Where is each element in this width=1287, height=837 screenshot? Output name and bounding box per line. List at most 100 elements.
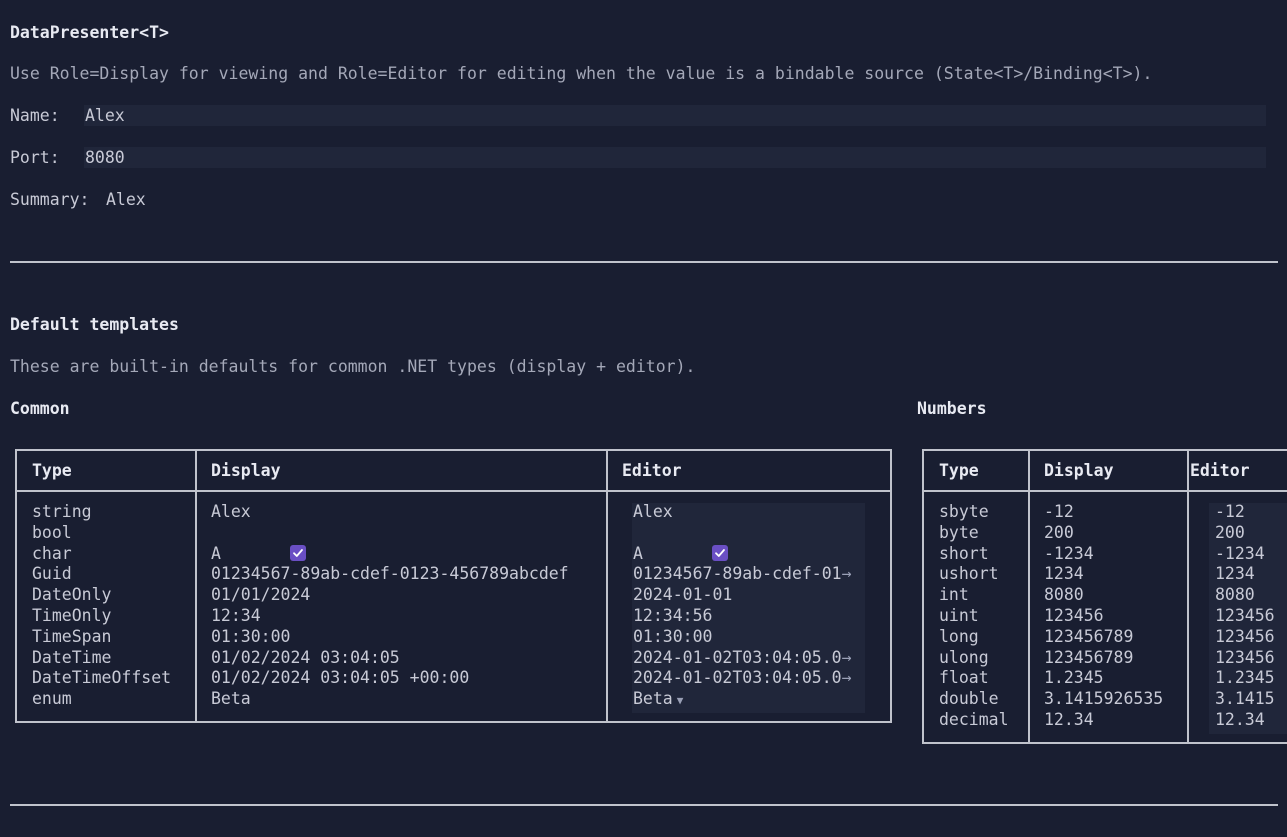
type-cell: uint [939, 605, 979, 625]
type-cell: long [939, 626, 979, 646]
numbers-type-column: sbyte byte short ushort int uint long ul… [939, 502, 1009, 731]
header-separator [924, 490, 1287, 492]
number-editor-input[interactable]: 123456 [1215, 627, 1275, 648]
common-type-column: string bool char Guid DateOnly TimeOnly … [32, 502, 171, 710]
type-cell: ulong [939, 647, 989, 667]
type-cell: decimal [939, 709, 1009, 729]
datetimeoffset-editor-value: 2024-01-02T03:04:05.0 [633, 668, 842, 688]
header-separator [17, 490, 890, 492]
display-cell: 1234 [1044, 564, 1084, 584]
section-description: Use Role=Display for viewing and Role=Ed… [10, 64, 1153, 83]
summary-value: Alex [106, 190, 146, 209]
port-label: Port: [10, 148, 60, 167]
display-cell: 123456 [1044, 605, 1104, 625]
column-header-display: Display [1044, 461, 1114, 480]
type-cell: ushort [939, 564, 999, 584]
bool-editor-checkbox[interactable] [712, 545, 729, 562]
type-cell: char [32, 543, 72, 563]
summary-label: Summary: [10, 190, 90, 209]
display-cell: 200 [1044, 522, 1074, 542]
enum-editor-select[interactable]: Beta ▼ [633, 689, 852, 710]
type-cell: float [939, 668, 989, 688]
type-cell: bool [32, 522, 72, 542]
display-checkbox-cell [211, 523, 569, 562]
column-header-display: Display [211, 461, 281, 480]
datetimeoffset-editor-input[interactable]: 2024-01-02T03:04:05.0→ [633, 668, 852, 689]
number-editor-input[interactable]: 3.1415 [1215, 689, 1275, 710]
page: DataPresenter<T> Use Role=Display for vi… [0, 0, 1287, 837]
type-cell: double [939, 689, 999, 709]
timespan-editor-input[interactable]: 01:30:00 [633, 627, 852, 648]
display-cell: 01:30:00 [211, 626, 291, 646]
display-cell: 8080 [1044, 585, 1084, 605]
datetime-editor-value: 2024-01-02T03:04:05.0 [633, 647, 842, 667]
type-cell: Guid [32, 564, 72, 584]
enum-editor-value: Beta [633, 689, 673, 709]
display-cell: 01/02/2024 03:04:05 [211, 647, 400, 667]
name-input[interactable]: Alex [85, 105, 125, 126]
common-display-column: Alex A 01234567-89ab-cdef-0123-456789abc… [211, 502, 569, 710]
number-editor-input[interactable]: -1234 [1215, 544, 1275, 565]
display-cell: 01/02/2024 03:04:05 +00:00 [211, 668, 470, 688]
display-cell: -1234 [1044, 543, 1094, 563]
section-title-datapresenter: DataPresenter<T> [10, 23, 169, 42]
name-field-bg [84, 105, 1266, 126]
column-header-editor: Editor [622, 461, 682, 480]
number-editor-input[interactable]: 200 [1215, 523, 1275, 544]
number-editor-input[interactable]: 123456 [1215, 606, 1275, 627]
name-label: Name: [10, 106, 60, 125]
display-cell: -12 [1044, 502, 1074, 521]
arrow-right-icon: → [841, 564, 852, 584]
numbers-editor-column: -12 200 -1234 1234 8080 123456 123456 12… [1215, 502, 1275, 731]
datetime-editor-input[interactable]: 2024-01-02T03:04:05.0→ [633, 648, 852, 669]
type-cell: enum [32, 689, 72, 709]
display-cell: Beta [211, 689, 251, 709]
numbers-display-column: -12 200 -1234 1234 8080 123456 123456789… [1044, 502, 1163, 731]
display-cell: 123456789 [1044, 626, 1134, 646]
timeonly-editor-input[interactable]: 12:34:56 [633, 606, 852, 627]
column-separator [195, 451, 197, 721]
string-editor-input[interactable]: Alex [633, 502, 852, 523]
display-cell: 1.2345 [1044, 668, 1104, 688]
column-header-type: Type [939, 461, 979, 480]
number-editor-input[interactable]: 123456 [1215, 648, 1275, 669]
arrow-right-icon: → [841, 668, 852, 688]
number-editor-input[interactable]: -12 [1215, 502, 1275, 523]
type-cell: DateTime [32, 647, 112, 667]
port-field-bg [84, 147, 1266, 168]
numbers-table: Type Display Editor sbyte byte short ush… [922, 449, 1287, 744]
bool-editor-cell [633, 523, 852, 562]
display-cell: 3.1415926535 [1044, 689, 1164, 709]
numbers-table-viewport: Type Display Editor sbyte byte short ush… [922, 449, 1287, 745]
type-cell: int [939, 585, 969, 605]
arrow-right-icon: → [841, 647, 852, 667]
type-cell: string [32, 502, 92, 521]
section-title-default-templates: Default templates [10, 315, 179, 334]
type-cell: sbyte [939, 502, 989, 521]
common-editor-column: Alex A 01234567-89ab-cdef-01→ 2024-01-01… [633, 502, 852, 710]
display-cell: 01/01/2024 [211, 585, 311, 605]
column-separator [606, 451, 608, 721]
column-header-editor: Editor [1190, 461, 1250, 480]
type-cell: DateOnly [32, 585, 112, 605]
port-input[interactable]: 8080 [85, 147, 125, 168]
number-editor-input[interactable]: 1234 [1215, 564, 1275, 585]
common-table: Type Display Editor string bool char Gui… [15, 449, 892, 723]
type-cell: DateTimeOffset [32, 668, 172, 688]
check-icon [293, 549, 304, 557]
number-editor-input[interactable]: 12.34 [1215, 710, 1275, 731]
type-cell: TimeSpan [32, 626, 112, 646]
numbers-heading: Numbers [917, 399, 987, 418]
divider [10, 804, 1278, 806]
display-cell: Alex [211, 502, 251, 521]
display-checkbox [290, 545, 307, 562]
type-cell: short [939, 543, 989, 563]
check-icon [715, 549, 726, 557]
number-editor-input[interactable]: 8080 [1215, 585, 1275, 606]
display-cell: 12:34 [211, 605, 261, 625]
display-cell: 123456789 [1044, 647, 1134, 667]
default-templates-description: These are built-in defaults for common .… [10, 357, 696, 376]
type-cell: byte [939, 522, 979, 542]
number-editor-input[interactable]: 1.2345 [1215, 668, 1275, 689]
column-separator [1028, 451, 1030, 742]
